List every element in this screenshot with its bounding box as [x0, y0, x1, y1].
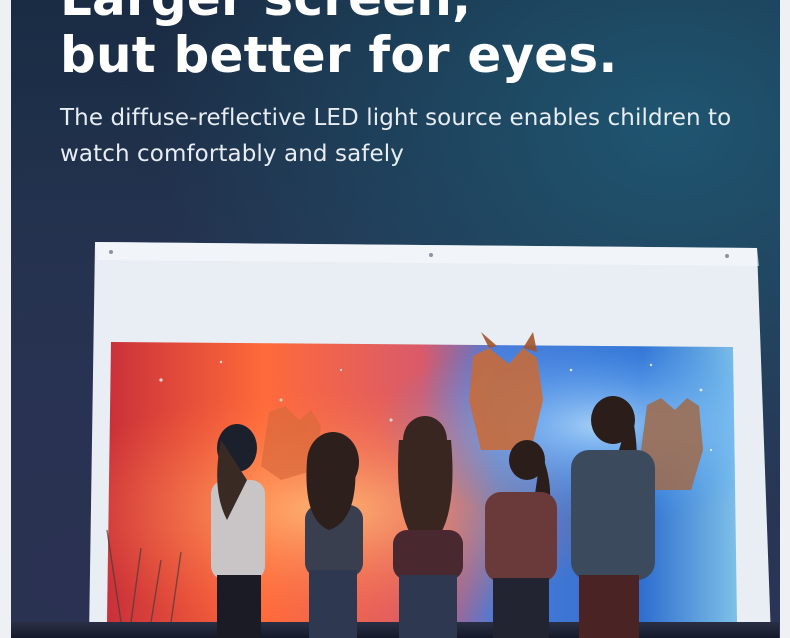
headline: Larger screen, but better for eyes.	[60, 0, 618, 84]
headline-line-1: Larger screen,	[60, 0, 618, 27]
projection-scene-image	[11, 242, 779, 638]
headline-line-2: but better for eyes.	[60, 26, 618, 84]
right-border	[780, 0, 790, 638]
subtitle: The diffuse-reflective LED light source …	[60, 105, 732, 167]
left-border	[0, 0, 11, 638]
